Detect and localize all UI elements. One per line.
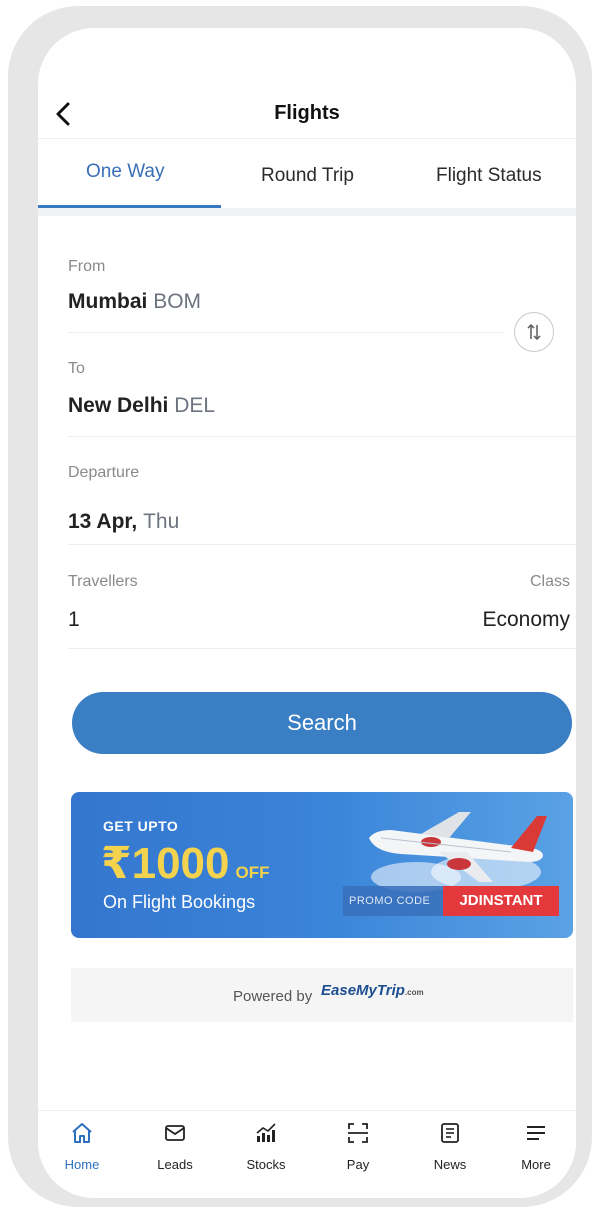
- to-label: To: [68, 360, 85, 377]
- header: Flights: [38, 28, 576, 138]
- from-city: Mumbai: [68, 290, 148, 313]
- nav-more-label: More: [521, 1157, 551, 1172]
- promo-get-upto: GET UPTO: [103, 818, 179, 834]
- class-label: Class: [529, 573, 570, 590]
- stocks-chart-icon: [256, 1123, 276, 1142]
- nav-news[interactable]: News: [410, 1117, 490, 1187]
- travellers-divider: [68, 648, 576, 649]
- nav-stocks-label: Stocks: [246, 1157, 286, 1172]
- search-button[interactable]: Search: [72, 692, 572, 754]
- swap-locations-button[interactable]: [514, 312, 554, 352]
- to-divider: [68, 436, 576, 437]
- promo-code-value: JDINSTANT: [443, 886, 559, 916]
- tab-round-trip[interactable]: Round Trip: [220, 139, 398, 211]
- home-icon: [72, 1123, 92, 1143]
- to-value: New Delhi DEL: [68, 394, 215, 418]
- tab-flight-status-label: Flight Status: [436, 165, 542, 186]
- airplane-icon: [369, 812, 547, 882]
- mail-icon: [165, 1125, 185, 1141]
- to-city: New Delhi: [68, 394, 169, 417]
- departure-divider: [68, 544, 576, 545]
- device-frame: Flights One Way Round Trip Flight Status…: [8, 6, 592, 1207]
- nav-home-label: Home: [64, 1157, 100, 1172]
- departure-value: 13 Apr, Thu: [68, 510, 179, 534]
- easemytrip-logo: EaseMyTrip.com: [321, 982, 424, 999]
- promo-amount: ₹1000 OFF: [101, 838, 270, 889]
- promo-subtitle: On Flight Bookings: [103, 892, 256, 912]
- nav-leads[interactable]: Leads: [135, 1117, 215, 1187]
- departure-date: 13 Apr,: [68, 510, 138, 533]
- nav-more[interactable]: More: [496, 1117, 576, 1187]
- page-title: Flights: [274, 102, 340, 124]
- promo-amount-value: ₹1000: [101, 839, 230, 888]
- departure-label: Departure: [68, 464, 140, 481]
- class-value: Economy: [482, 608, 570, 631]
- tabs-separator: [38, 208, 576, 216]
- promo-off: OFF: [235, 863, 270, 882]
- from-value: Mumbai BOM: [68, 290, 201, 314]
- menu-icon: [527, 1126, 545, 1140]
- nav-home[interactable]: Home: [42, 1117, 122, 1187]
- nav-stocks[interactable]: Stocks: [226, 1117, 306, 1187]
- travellers-label: Travellers: [68, 573, 138, 590]
- nav-pay-label: Pay: [346, 1157, 370, 1172]
- powered-by-bar: Powered by EaseMyTrip.com: [71, 968, 573, 1022]
- powered-by-label: Powered by: [233, 988, 313, 1005]
- tab-flight-status[interactable]: Flight Status: [398, 139, 576, 211]
- easemytrip-suffix: .com: [404, 988, 424, 997]
- nav-pay[interactable]: Pay: [318, 1117, 398, 1187]
- nav-news-label: News: [433, 1157, 467, 1172]
- nav-leads-label: Leads: [157, 1157, 193, 1172]
- promo-code-box: PROMO CODE JDINSTANT: [343, 886, 559, 916]
- trip-type-tabs: One Way Round Trip Flight Status: [38, 138, 576, 210]
- tab-one-way-label: One Way: [86, 161, 165, 182]
- promo-banner[interactable]: GET UPTO ₹1000 OFF On Flight Bookings PRO…: [71, 792, 573, 938]
- tab-one-way[interactable]: One Way: [38, 139, 220, 211]
- bottom-navigation: Home Leads Stocks Pay News More: [38, 1110, 576, 1198]
- from-label: From: [68, 258, 106, 275]
- scan-icon: [348, 1123, 368, 1143]
- departure-day: Thu: [143, 510, 180, 533]
- news-icon: [441, 1123, 459, 1143]
- to-code: DEL: [174, 394, 216, 417]
- from-code: BOM: [153, 290, 202, 313]
- tab-round-trip-label: Round Trip: [261, 165, 354, 186]
- promo-code-label: PROMO CODE: [349, 895, 431, 907]
- easemytrip-brand: EaseMyTrip: [321, 982, 405, 999]
- from-divider: [68, 332, 504, 333]
- travellers-value: 1: [68, 608, 80, 631]
- app-screen: Flights One Way Round Trip Flight Status…: [38, 28, 576, 1198]
- swap-icon: [527, 323, 541, 341]
